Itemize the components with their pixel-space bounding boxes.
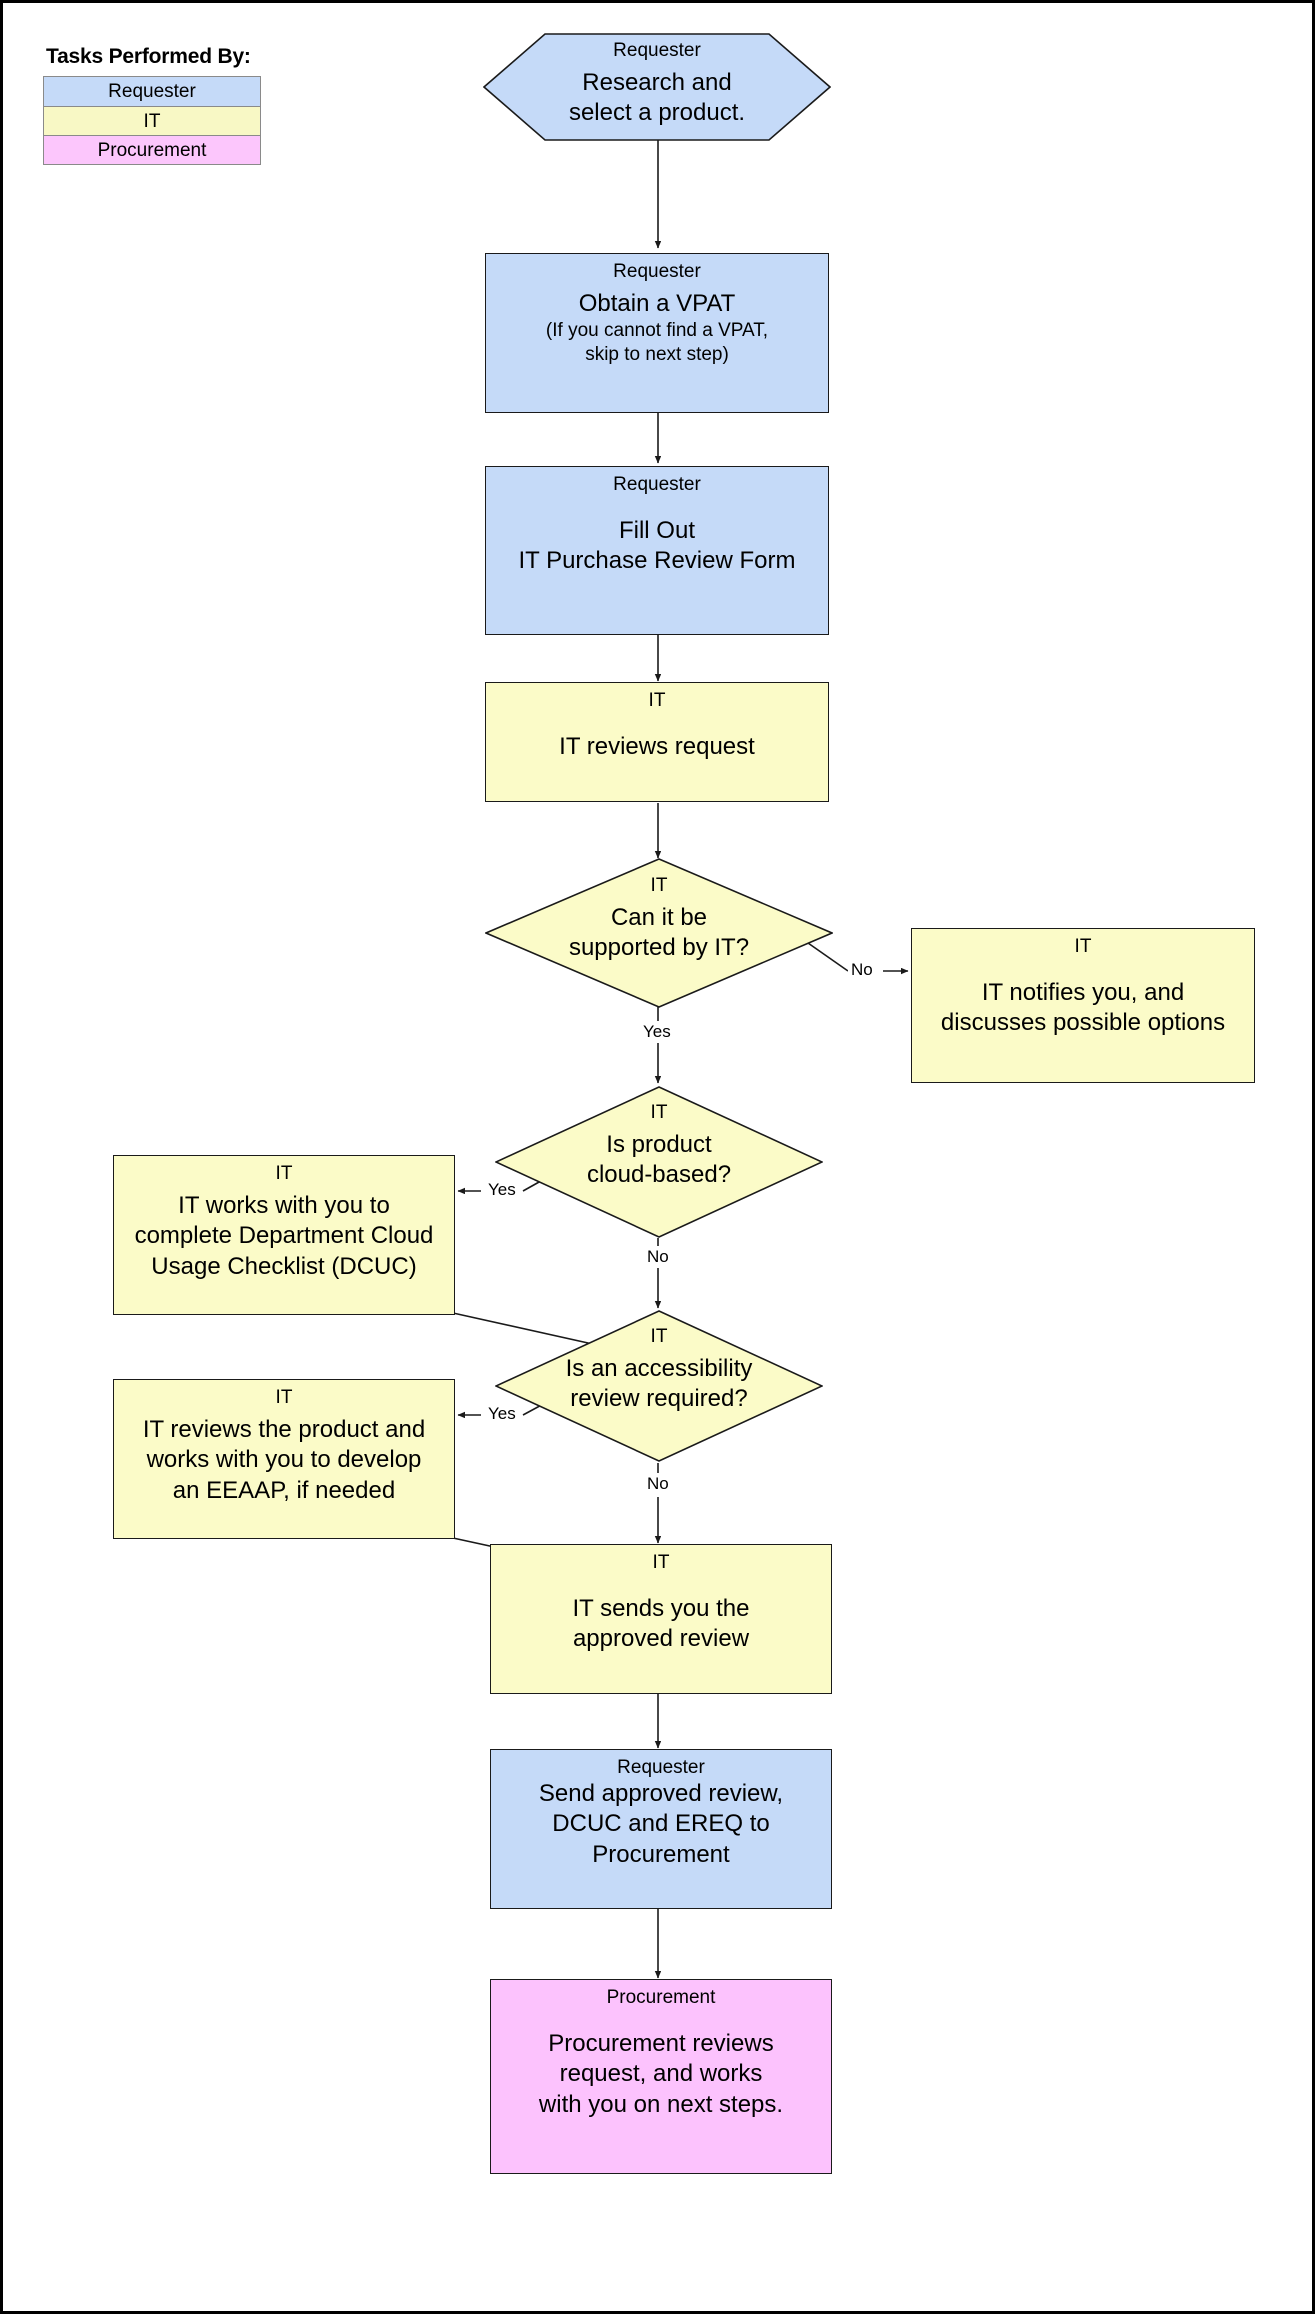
node-text-line1: IT works with you to [178, 1192, 390, 1220]
node-role-label: Requester [613, 261, 701, 282]
legend-item-it: IT [44, 106, 260, 135]
node-role-label: IT [652, 1552, 670, 1573]
node-send-to-procurement[interactable]: Requester Send approved review, DCUC and… [490, 1749, 832, 1909]
node-procurement-reviews-request[interactable]: Procurement Procurement reviews request,… [490, 1979, 832, 2174]
node-text-line3: an EEAAP, if needed [172, 1476, 396, 1504]
legend-item-procurement: Procurement [44, 135, 260, 164]
node-text-line2: (If you cannot find a VPAT, [545, 320, 769, 342]
node-text-line1: Procurement reviews [548, 2030, 774, 2058]
node-text-line1: Obtain a VPAT [578, 290, 736, 318]
node-text-line2: complete Department Cloud [134, 1222, 434, 1250]
node-obtain-vpat[interactable]: Requester Obtain a VPAT (If you cannot f… [485, 253, 829, 413]
flowchart-canvas: Tasks Performed By: Requester IT Procure… [0, 0, 1315, 2314]
edge-label-supported-yes: Yes [640, 1021, 674, 1043]
legend-item-requester: Requester [44, 77, 260, 106]
legend-rows: Requester IT Procurement [43, 76, 261, 165]
node-dcuc-checklist[interactable]: IT IT works with you to complete Departm… [113, 1155, 455, 1315]
node-text-line2: cloud-based? [586, 1161, 732, 1189]
node-text-line2: request, and works [559, 2060, 763, 2088]
node-it-reviews-request[interactable]: IT IT reviews request [485, 682, 829, 802]
node-role-label: Requester [617, 1757, 705, 1778]
node-text-line2: IT Purchase Review Form [518, 547, 796, 575]
node-role-label: IT [650, 875, 668, 896]
edge-label-cloud-no: No [644, 1246, 672, 1268]
node-text-line1: Is an accessibility [565, 1355, 753, 1383]
legend: Tasks Performed By: Requester IT Procure… [43, 45, 261, 165]
node-eeaap-review[interactable]: IT IT reviews the product and works with… [113, 1379, 455, 1539]
node-text-line2: approved review [572, 1625, 750, 1653]
edge-label-access-no: No [644, 1473, 672, 1495]
node-role-label: Requester [613, 40, 701, 61]
edge-label-access-yes: Yes [485, 1403, 519, 1425]
node-text-line1: Can it be [610, 904, 708, 932]
decision-can-it-be-supported-by-it[interactable]: IT Can it be supported by IT? [485, 858, 833, 1008]
node-role-label: IT [648, 690, 666, 711]
legend-title: Tasks Performed By: [46, 45, 251, 68]
node-text-line1: IT reviews request [559, 733, 755, 761]
node-text-line1: IT reviews the product and [142, 1416, 426, 1444]
node-text-line1: Research and [582, 69, 732, 97]
node-role-label: IT [1074, 936, 1092, 957]
node-role-label: Procurement [606, 1987, 716, 2008]
edge-label-supported-no: No [848, 959, 876, 981]
node-text-line1: Fill Out [618, 517, 695, 545]
node-text-line1: IT sends you the [572, 1595, 750, 1623]
node-research-select-product[interactable]: Requester Research and select a product. [483, 33, 831, 141]
decision-is-product-cloud-based[interactable]: IT Is product cloud-based? [495, 1086, 823, 1238]
node-text-line2: select a product. [568, 99, 746, 127]
node-text-line3: Usage Checklist (DCUC) [151, 1252, 417, 1280]
node-role-label: IT [650, 1102, 668, 1123]
node-text-line3: Procurement [592, 1840, 730, 1868]
node-text-line1: Send approved review, [538, 1780, 784, 1808]
node-text-line2: supported by IT? [568, 934, 750, 962]
node-text-line1: Is product [606, 1131, 712, 1159]
node-it-notifies-you[interactable]: IT IT notifies you, and discusses possib… [911, 928, 1255, 1083]
node-text-line2: discusses possible options [940, 1009, 1226, 1037]
node-role-label: Requester [613, 474, 701, 495]
node-text-line2: review required? [570, 1385, 748, 1413]
node-text-line3: with you on next steps. [538, 2090, 784, 2118]
node-role-label: IT [275, 1163, 293, 1184]
edge-label-cloud-yes: Yes [485, 1179, 519, 1201]
node-text-line2: works with you to develop [146, 1446, 422, 1474]
node-role-label: IT [650, 1326, 668, 1347]
decision-is-accessibility-review-required[interactable]: IT Is an accessibility review required? [495, 1310, 823, 1462]
node-text-line1: IT notifies you, and [981, 979, 1185, 1007]
node-it-sends-approved-review[interactable]: IT IT sends you the approved review [490, 1544, 832, 1694]
node-text-line2: DCUC and EREQ to [552, 1810, 770, 1838]
node-text-line3: skip to next step) [585, 343, 729, 365]
node-role-label: IT [275, 1387, 293, 1408]
node-fill-out-it-purchase-review-form[interactable]: Requester Fill Out IT Purchase Review Fo… [485, 466, 829, 635]
